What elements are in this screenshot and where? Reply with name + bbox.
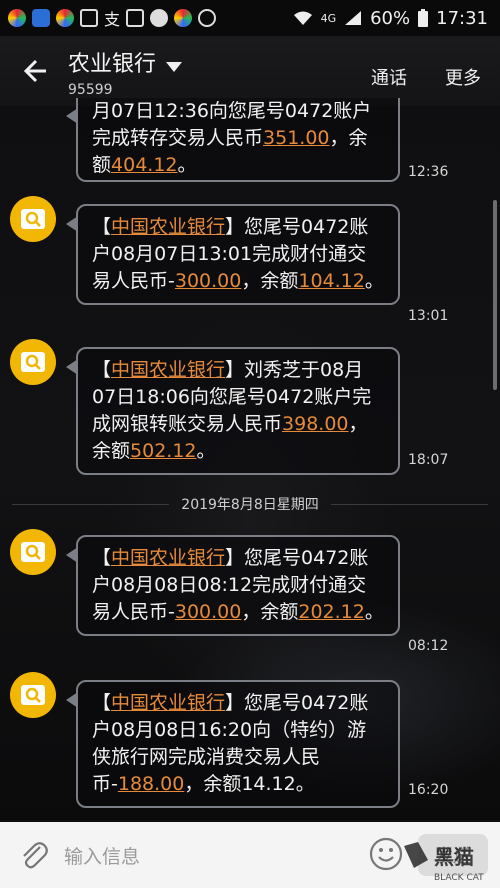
highlighted-text[interactable]: 中国农业银行: [111, 547, 225, 569]
sender-avatar[interactable]: [10, 339, 56, 385]
emoji-icon[interactable]: [368, 836, 404, 872]
message-bubble[interactable]: 【中国农业银行】您尾号0472账户08月08日08:12完成财付通交易人民币-3…: [66, 535, 400, 636]
chevron-down-icon[interactable]: [166, 61, 183, 72]
message-text: 【中国农业银行】您尾号0472账户08月08日08:12完成财付通交易人民币-3…: [92, 545, 384, 626]
highlighted-text[interactable]: 404.12: [111, 154, 177, 176]
highlighted-text[interactable]: 104.12: [298, 270, 364, 292]
sender-avatar[interactable]: [10, 672, 56, 718]
contact-info[interactable]: 农业银行 95599: [68, 46, 183, 98]
contact-number: 95599: [68, 82, 113, 98]
message-time: 13:01: [408, 308, 449, 324]
message-time: 18:07: [408, 452, 449, 468]
highlighted-text[interactable]: 188.00: [118, 773, 184, 795]
highlighted-text[interactable]: 398.00: [282, 413, 348, 435]
message-text-segment: 月07日12:36向您尾号0472: [92, 100, 334, 122]
attachment-icon[interactable]: [18, 839, 50, 871]
watermark-logo: 黑猫 BLACK CAT: [404, 842, 484, 883]
message-text-segment: 。: [177, 154, 197, 176]
message-time: 16:20: [408, 782, 449, 798]
clock: 17:31: [436, 7, 488, 29]
message-text-segment: 【: [92, 547, 112, 569]
app-notification-icon: [174, 9, 193, 27]
message-bubble[interactable]: 月07日12:36向您尾号0472账户完成转存交易人民币351.00，余额404…: [66, 98, 400, 182]
alipay-icon: 支: [104, 10, 121, 29]
svg-text:BLACK CAT: BLACK CAT: [434, 873, 484, 883]
contact-name: 农业银行: [68, 52, 157, 77]
notification-icons: 支: [0, 6, 217, 30]
date-separator: 2019年8月8日星期四: [0, 492, 500, 516]
message-text-segment: 【: [92, 359, 112, 381]
message-text: 月07日12:36向您尾号0472账户完成转存交易人民币351.00，余额404…: [92, 98, 384, 179]
app-notification-icon: [32, 9, 50, 27]
svg-text:黑猫: 黑猫: [434, 845, 474, 869]
highlighted-text[interactable]: 202.12: [298, 601, 364, 623]
message-text-segment: 。: [364, 270, 384, 292]
highlighted-text[interactable]: 351.00: [263, 127, 329, 149]
wifi-icon: [293, 11, 312, 25]
message-bubble[interactable]: 【中国农业银行】您尾号0472账户08月07日13:01完成财付通交易人民币-3…: [66, 204, 400, 305]
highlighted-text[interactable]: 300.00: [175, 601, 241, 623]
message-input[interactable]: 输入信息: [64, 842, 140, 869]
message-text: 【中国农业银行】您尾号0472账户08月08日16:20向（特约）游侠旅行网完成…: [92, 690, 384, 798]
message-time: 08:12: [408, 638, 449, 654]
highlighted-text[interactable]: 中国农业银行: [111, 216, 225, 238]
message-text-segment: ，余额: [241, 601, 299, 623]
battery-level: 60%: [370, 7, 411, 29]
highlighted-text[interactable]: 中国农业银行: [111, 692, 225, 714]
sender-avatar[interactable]: [10, 529, 56, 575]
signal-icon: [345, 11, 362, 25]
search-icon: [21, 352, 45, 372]
search-icon: [21, 542, 45, 562]
message-text-segment: 。: [364, 601, 384, 623]
message-text: 【中国农业银行】刘秀芝于08月07日18:06向您尾号0472账户完成网银转账交…: [92, 357, 384, 465]
app-notification-icon: [8, 9, 26, 27]
app-notification-icon: [56, 9, 74, 27]
wechat-icon: [150, 9, 169, 27]
highlighted-text[interactable]: 中国农业银行: [111, 359, 225, 381]
message-bubble[interactable]: 【中国农业银行】您尾号0472账户08月08日16:20向（特约）游侠旅行网完成…: [66, 680, 400, 808]
conversation-header: 农业银行 95599 通话 更多: [0, 36, 500, 106]
scrollbar[interactable]: [493, 200, 497, 390]
message-text-segment: 。: [196, 440, 216, 462]
message-text-segment: 【: [92, 216, 112, 238]
app-notification-icon: [198, 9, 217, 27]
message-text-segment: 【: [92, 692, 112, 714]
highlighted-text[interactable]: 300.00: [175, 270, 241, 292]
message-bubble[interactable]: 【中国农业银行】刘秀芝于08月07日18:06向您尾号0472账户完成网银转账交…: [66, 347, 400, 475]
sender-avatar[interactable]: [10, 196, 56, 242]
back-arrow-icon: [23, 59, 46, 83]
message-time: 12:36: [408, 164, 449, 180]
more-button[interactable]: 更多: [445, 64, 481, 90]
message-text-segment: ，余额: [241, 270, 299, 292]
call-button[interactable]: 通话: [371, 64, 407, 90]
search-icon: [21, 685, 45, 705]
app-notification-icon: [80, 9, 98, 27]
gallery-icon: [126, 9, 145, 27]
network-type: 4G: [320, 11, 337, 25]
message-text: 【中国农业银行】您尾号0472账户08月07日13:01完成财付通交易人民币-3…: [92, 214, 384, 295]
battery-icon: [418, 9, 429, 27]
highlighted-text[interactable]: 502.12: [130, 440, 196, 462]
back-button[interactable]: [18, 54, 52, 88]
message-text-segment: ，余额14.12。: [184, 773, 315, 795]
status-bar: 支 4G 60% 17:31: [0, 0, 500, 36]
system-status: 4G 60% 17:31: [293, 8, 500, 29]
search-icon: [21, 209, 45, 229]
